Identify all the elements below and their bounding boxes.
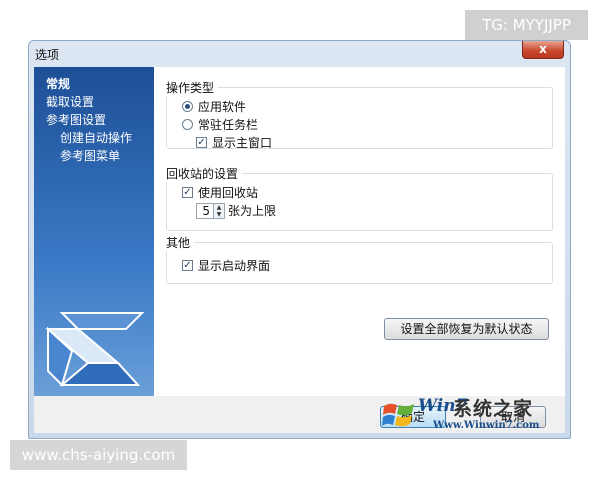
reset-defaults-button[interactable]: 设置全部恢复为默认状态 (384, 318, 549, 340)
checkbox-label: 显示启动界面 (198, 259, 271, 273)
close-icon: x (539, 42, 547, 56)
radio-app-software[interactable]: 应用软件 (182, 98, 246, 115)
radio-indicator[interactable] (182, 101, 193, 112)
check-icon[interactable]: ✓ (182, 260, 193, 271)
limit-stepper[interactable]: 5 ▲ ▼ (196, 202, 225, 219)
check-icon[interactable]: ✓ (182, 187, 193, 198)
brand-name: 系统之家 (453, 398, 534, 420)
window-title: 选项 (35, 48, 60, 62)
settings-panel: 操作类型 应用软件 常驻任务栏 ✓ 显示主窗口 回收站的设置 ✓ 使用回收站 5… (154, 67, 565, 396)
checkbox-label: 使用回收站 (198, 186, 259, 200)
arrow-down-icon[interactable]: ▼ (214, 211, 224, 218)
radio-label: 应用软件 (198, 100, 247, 114)
check-icon[interactable]: ✓ (196, 137, 207, 148)
group-operation-type: 操作类型 应用软件 常驻任务栏 ✓ 显示主窗口 (166, 79, 553, 151)
s-logo-icon (45, 312, 145, 387)
radio-tray-resident[interactable]: 常驻任务栏 (182, 116, 258, 133)
stepper-arrows[interactable]: ▲ ▼ (214, 202, 225, 219)
windows-flag-icon (382, 403, 414, 427)
group-title-operation-type: 操作类型 (166, 79, 219, 96)
checkbox-label: 显示主窗口 (212, 136, 273, 150)
close-button[interactable]: x (522, 41, 564, 59)
dialog-client: 常规 截取设置 参考图设置 创建自动操作 参考图菜单 操作类型 应用软件 常驻任… (34, 67, 565, 433)
sidebar-item-reference[interactable]: 参考图设置 (46, 111, 106, 128)
recycle-limit-row: 5 ▲ ▼ 张为上限 (196, 202, 276, 219)
checkbox-use-recycle[interactable]: ✓ 使用回收站 (182, 184, 258, 201)
sidebar-item-capture[interactable]: 截取设置 (46, 93, 94, 110)
sidebar-item-reference-menu[interactable]: 参考图菜单 (60, 147, 120, 164)
group-other: 其他 ✓ 显示启动界面 (166, 234, 553, 284)
group-title-other: 其他 (166, 234, 195, 251)
sidebar-item-general[interactable]: 常规 (46, 75, 70, 92)
checkbox-show-main-window[interactable]: ✓ 显示主窗口 (196, 134, 272, 151)
group-title-recycle: 回收站的设置 (166, 165, 243, 182)
radio-label: 常驻任务栏 (198, 118, 259, 132)
sidebar: 常规 截取设置 参考图设置 创建自动操作 参考图菜单 (34, 67, 154, 396)
group-recycle: 回收站的设置 ✓ 使用回收站 5 ▲ ▼ 张为上限 (166, 165, 553, 231)
brand-url: Www.Winwin7.com (433, 420, 540, 431)
sidebar-item-auto-action[interactable]: 创建自动操作 (60, 129, 132, 146)
brand-watermark: Win7 系统之家 Www.Winwin7.com (378, 394, 568, 436)
checkbox-show-splash[interactable]: ✓ 显示启动界面 (182, 257, 270, 274)
watermark-top: TG: MYYJJPP (465, 10, 588, 40)
arrow-up-icon[interactable]: ▲ (214, 204, 224, 211)
options-dialog: 选项 x 常规 截取设置 参考图设置 创建自动操作 参考图菜单 操作类型 应用软… (28, 40, 571, 439)
limit-value[interactable]: 5 (196, 202, 214, 219)
limit-suffix: 张为上限 (228, 204, 277, 218)
title-bar[interactable]: 选项 x (29, 41, 570, 65)
watermark-bottom: www.chs-aiying.com (10, 440, 187, 470)
radio-indicator[interactable] (182, 119, 193, 130)
